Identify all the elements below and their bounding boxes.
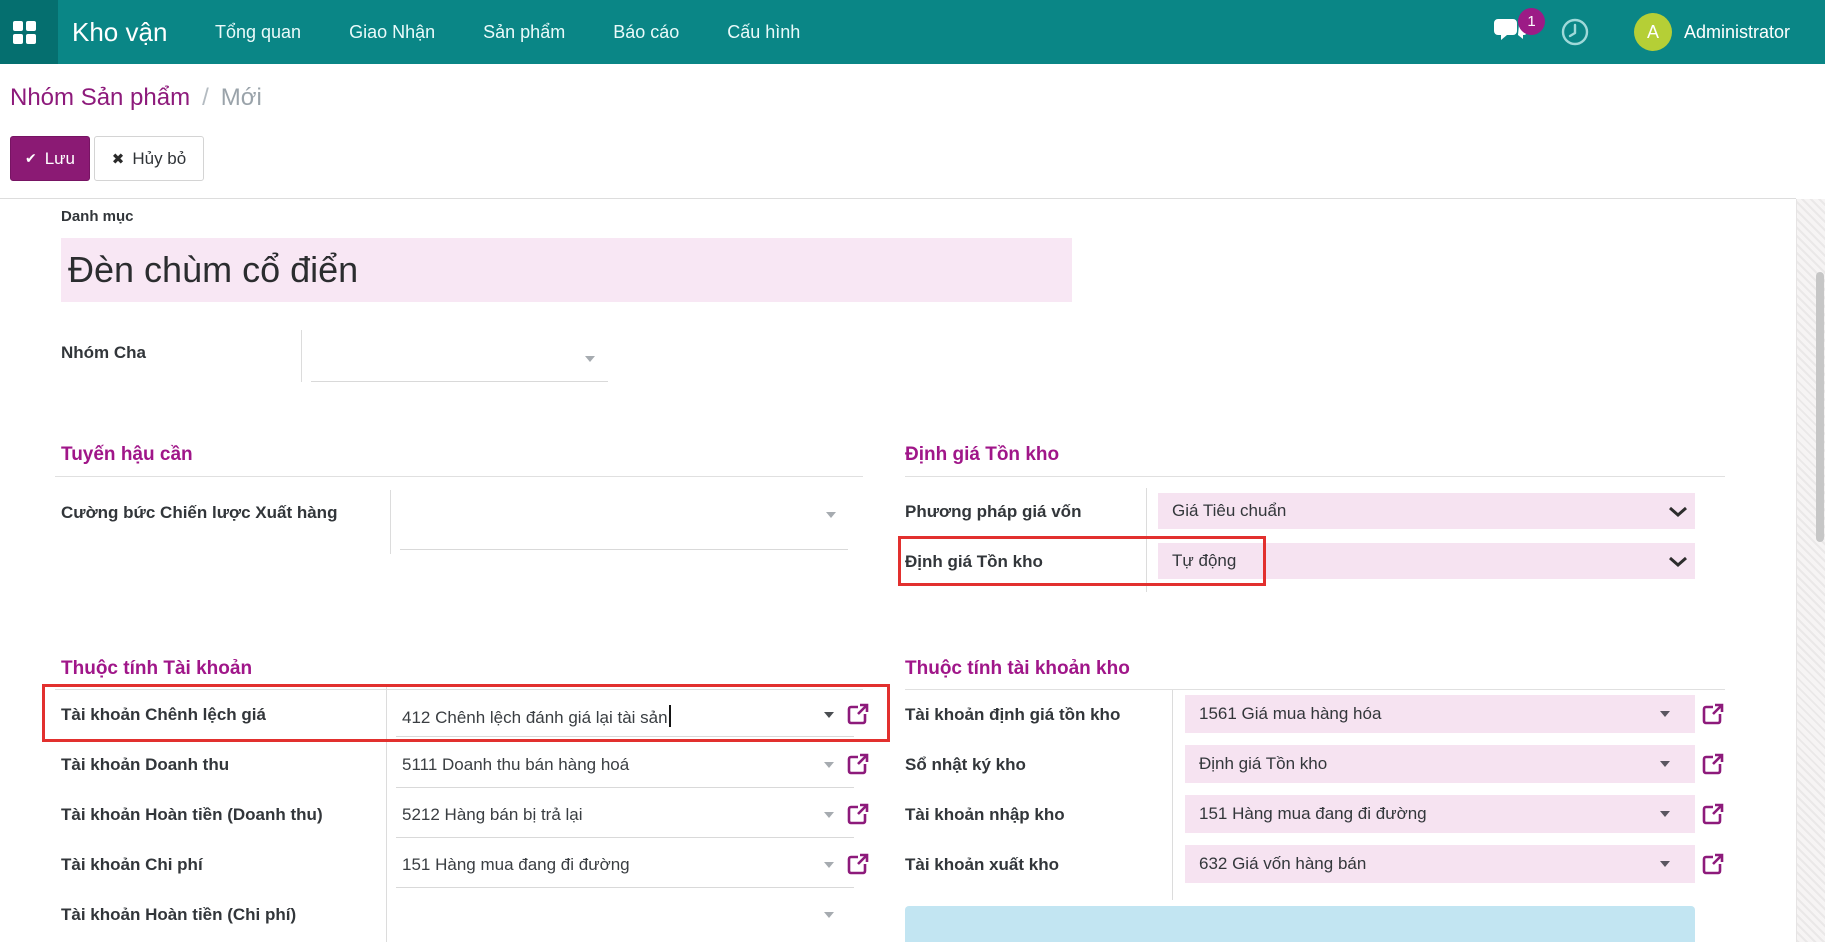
category-name-label: Danh mục (61, 208, 134, 225)
external-link-icon[interactable] (846, 702, 870, 726)
force-removal-label: Cường bức Chiến lược Xuất hàng (61, 503, 337, 523)
stock-valuation-account-select[interactable]: 1561 Giá mua hàng hóa (1185, 695, 1695, 733)
chevron-down-icon (1668, 506, 1688, 517)
field-underline (396, 736, 854, 737)
chevron-down-icon (826, 512, 836, 518)
field-separator (390, 490, 391, 554)
external-link-icon[interactable] (1701, 752, 1725, 776)
income-account-label: Tài khoản Doanh thu (61, 755, 229, 775)
breadcrumb: Nhóm Sản phẩm / Mới (10, 84, 262, 112)
stock-journal-select[interactable]: Định giá Tồn kho (1185, 745, 1695, 783)
chevron-down-icon (1660, 711, 1670, 717)
costing-method-select[interactable]: Giá Tiêu chuẩn (1158, 493, 1695, 529)
section-title-valuation: Định giá Tồn kho (905, 444, 1059, 466)
price-difference-account-input[interactable]: 412 Chênh lệch đánh giá lại tài sản (402, 705, 671, 728)
external-link-icon[interactable] (846, 752, 870, 776)
chevron-down-icon[interactable] (824, 812, 834, 818)
message-count-badge[interactable]: 1 (1518, 8, 1545, 35)
discard-button[interactable]: ✖ Hủy bỏ (94, 136, 204, 181)
section-rule (905, 689, 1725, 690)
chevron-down-icon (585, 356, 595, 362)
stock-valuation-account-label: Tài khoản định giá tồn kho (905, 705, 1120, 725)
vertical-scrollbar[interactable] (1816, 272, 1824, 542)
field-separator (1172, 690, 1173, 900)
parent-group-label: Nhóm Cha (61, 343, 146, 363)
x-icon: ✖ (112, 150, 125, 168)
chevron-down-icon[interactable] (824, 912, 834, 918)
menu-item-overview[interactable]: Tổng quan (215, 0, 301, 64)
category-name-input[interactable]: Đèn chùm cổ điển (61, 238, 1072, 302)
save-button[interactable]: ✔ Lưu (10, 136, 90, 181)
chevron-down-icon (1660, 811, 1670, 817)
breadcrumb-current: Mới (221, 84, 262, 112)
chevron-down-icon (1660, 761, 1670, 767)
income-account-input[interactable]: 5111 Doanh thu bán hàng hoá (402, 755, 629, 775)
external-link-icon[interactable] (1701, 802, 1725, 826)
apps-grid-icon (13, 21, 35, 43)
parent-group-dropdown[interactable] (311, 340, 608, 382)
income-refund-account-input[interactable]: 5212 Hàng bán bị trả lại (402, 805, 583, 825)
field-separator (386, 684, 387, 942)
expense-refund-account-label: Tài khoản Hoàn tiền (Chi phí) (61, 905, 296, 925)
chevron-down-icon[interactable] (824, 762, 834, 768)
apps-menu-button[interactable] (0, 0, 58, 64)
price-difference-account-label: Tài khoản Chênh lệch giá (61, 705, 266, 725)
field-underline (396, 887, 854, 888)
chevron-down-icon (1660, 861, 1670, 867)
stock-output-account-select[interactable]: 632 Giá vốn hàng bán (1185, 845, 1695, 883)
field-underline (396, 837, 854, 838)
menu-item-products[interactable]: Sản phẩm (483, 0, 565, 64)
top-navbar: Kho vận Tổng quan Giao Nhận Sản phẩm Báo… (0, 0, 1825, 64)
breadcrumb-separator: / (202, 84, 209, 112)
external-link-icon[interactable] (1701, 702, 1725, 726)
expense-account-input[interactable]: 151 Hàng mua đang đi đường (402, 855, 630, 875)
field-separator (301, 330, 302, 382)
sheet-divider (0, 198, 1796, 199)
external-link-icon[interactable] (846, 852, 870, 876)
text-cursor (669, 705, 671, 727)
chevron-down-icon[interactable] (824, 712, 834, 718)
section-title-logistics: Tuyến hậu cần (61, 444, 193, 466)
chevron-down-icon (1668, 556, 1688, 567)
menu-item-reports[interactable]: Báo cáo (613, 0, 679, 64)
app-title[interactable]: Kho vận (72, 0, 167, 64)
force-removal-dropdown[interactable] (400, 504, 848, 550)
menu-item-settings[interactable]: Cấu hình (727, 0, 800, 64)
field-underline (396, 787, 854, 788)
income-refund-account-label: Tài khoản Hoàn tiền (Doanh thu) (61, 805, 323, 825)
avatar[interactable]: A (1634, 13, 1672, 51)
section-rule (55, 689, 863, 690)
costing-method-label: Phương pháp giá vốn (905, 502, 1081, 522)
stock-output-account-label: Tài khoản xuất kho (905, 855, 1059, 875)
activities-clock-icon[interactable] (1560, 17, 1590, 47)
section-title-stock-props: Thuộc tính tài khoản kho (905, 658, 1130, 680)
section-rule (905, 476, 1725, 477)
info-alert-box (905, 906, 1695, 942)
stock-input-account-label: Tài khoản nhập kho (905, 805, 1065, 825)
main-menu: Tổng quan Giao Nhận Sản phẩm Báo cáo Cấu… (215, 0, 800, 64)
stock-input-account-select[interactable]: 151 Hàng mua đang đi đường (1185, 795, 1695, 833)
external-link-icon[interactable] (1701, 852, 1725, 876)
expense-account-label: Tài khoản Chi phí (61, 855, 203, 875)
check-icon: ✔ (25, 150, 37, 167)
user-menu[interactable]: Administrator (1684, 0, 1790, 64)
external-link-icon[interactable] (846, 802, 870, 826)
section-rule (55, 476, 863, 477)
chevron-down-icon[interactable] (824, 862, 834, 868)
inventory-valuation-select[interactable]: Tự động (1158, 543, 1695, 579)
menu-item-transfers[interactable]: Giao Nhận (349, 0, 435, 64)
field-separator (1146, 488, 1147, 592)
inventory-valuation-label: Định giá Tồn kho (905, 552, 1043, 572)
breadcrumb-parent-link[interactable]: Nhóm Sản phẩm (10, 84, 190, 112)
stock-journal-label: Sổ nhật ký kho (905, 755, 1026, 775)
section-title-account-props: Thuộc tính Tài khoản (61, 658, 252, 680)
